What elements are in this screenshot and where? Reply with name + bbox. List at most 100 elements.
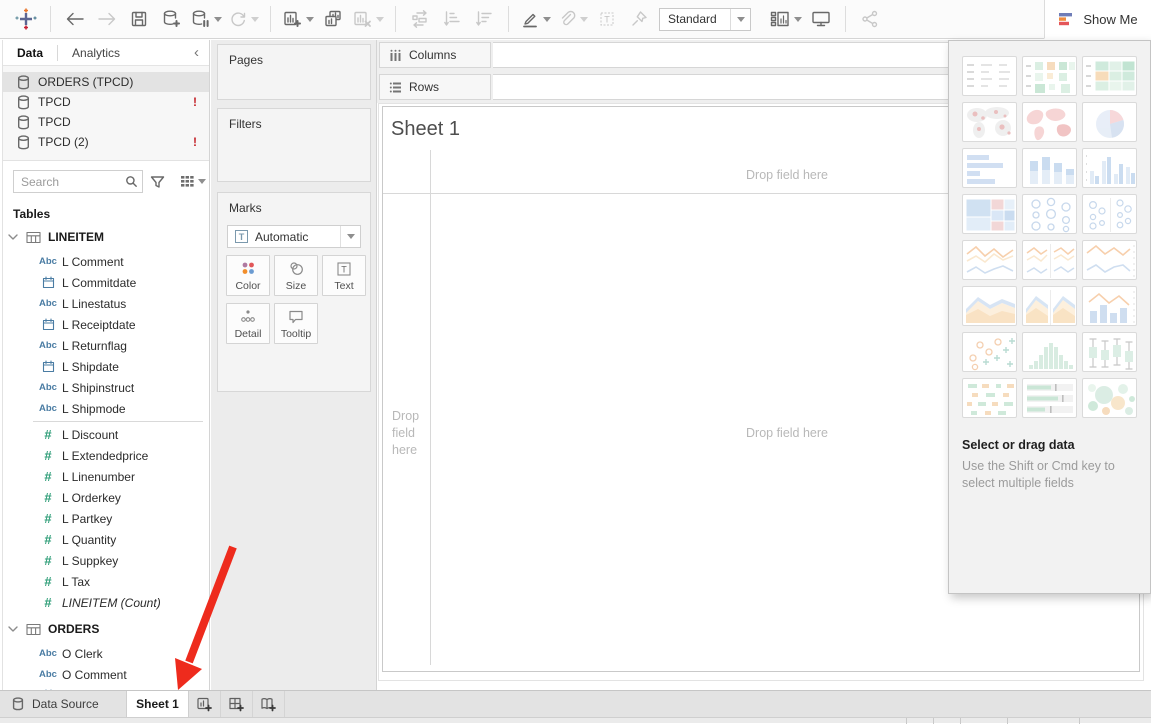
new-data-source-button[interactable]	[158, 5, 184, 33]
showme-circle-views-icon[interactable]	[1022, 194, 1077, 234]
showme-filled-map-icon[interactable]	[1022, 102, 1077, 142]
field-row[interactable]: #L Discount	[3, 424, 209, 445]
filters-shelf[interactable]: Filters	[217, 108, 371, 182]
pause-auto-updates-caret-icon[interactable]	[214, 17, 222, 22]
highlight-button[interactable]	[520, 5, 551, 33]
pages-shelf[interactable]: Pages	[217, 44, 371, 100]
chevron-down-icon[interactable]	[7, 625, 19, 633]
field-row[interactable]: AbcL Shipinstruct	[3, 377, 209, 398]
showme-text-table-icon[interactable]	[962, 56, 1017, 96]
fix-axes-button[interactable]	[626, 5, 652, 33]
field-row[interactable]: AbcO Comment	[3, 664, 209, 685]
field-row[interactable]: #L Quantity	[3, 529, 209, 550]
field-row[interactable]: #LINEITEM (Count)	[3, 592, 209, 613]
showme-side-by-side-bars-icon[interactable]	[1082, 148, 1137, 188]
color-button[interactable]: Color	[226, 255, 270, 296]
showme-stacked-bars-icon[interactable]	[1022, 148, 1077, 188]
new-dashboard-tab-button[interactable]	[221, 691, 253, 717]
field-row[interactable]: #L Tax	[3, 571, 209, 592]
table-group-lineitem[interactable]: LINEITEM	[3, 227, 209, 247]
presentation-mode-button[interactable]	[808, 5, 834, 33]
datasource-item[interactable]: TPCD	[3, 112, 209, 132]
datasource-item[interactable]: TPCD !	[3, 92, 209, 112]
show-me-button[interactable]: Show Me	[1044, 0, 1151, 39]
field-row[interactable]: AbcL Shipmode	[3, 398, 209, 419]
new-worksheet-tab-button[interactable]	[189, 691, 221, 717]
showme-heat-map-icon[interactable]	[1082, 56, 1137, 96]
text-button[interactable]: T Text	[322, 255, 366, 296]
chevron-down-icon[interactable]	[7, 233, 19, 241]
mark-type-dropdown[interactable]: T Automatic	[227, 225, 361, 248]
tab-data[interactable]: Data	[3, 40, 57, 65]
pause-auto-updates-button[interactable]	[190, 5, 222, 33]
field-row[interactable]: AbcL Returnflag	[3, 335, 209, 356]
showme-bullet-graph-icon[interactable]	[1022, 378, 1077, 418]
field-row[interactable]: L Shipdate	[3, 356, 209, 377]
showme-dual-lines-icon[interactable]	[1082, 240, 1137, 280]
clear-sheet-caret-icon[interactable]	[376, 17, 384, 22]
fit-selector-caret-icon[interactable]	[730, 9, 750, 30]
datasource-item[interactable]: TPCD (2) !	[3, 132, 209, 152]
new-worksheet-button[interactable]	[282, 5, 314, 33]
showme-gantt-icon[interactable]	[962, 378, 1017, 418]
filter-fields-button[interactable]	[150, 175, 165, 189]
table-group-orders[interactable]: ORDERS	[3, 619, 209, 639]
redo-button[interactable]	[94, 5, 120, 33]
highlight-caret-icon[interactable]	[543, 17, 551, 22]
showme-treemap-icon[interactable]	[962, 194, 1017, 234]
detail-button[interactable]: Detail	[226, 303, 270, 344]
field-row[interactable]: #L Partkey	[3, 508, 209, 529]
field-row[interactable]: #L Linenumber	[3, 466, 209, 487]
tab-sheet-1[interactable]: Sheet 1	[127, 691, 189, 717]
drop-zone-rows[interactable]: Drop field here	[392, 408, 432, 459]
showme-packed-bubbles-icon[interactable]	[1082, 378, 1137, 418]
showme-dual-combination-icon[interactable]	[1082, 286, 1137, 326]
duplicate-button[interactable]	[320, 5, 346, 33]
new-story-tab-button[interactable]	[253, 691, 285, 717]
view-options-button[interactable]	[180, 175, 206, 188]
field-row[interactable]: AbcL Comment	[3, 251, 209, 272]
field-row[interactable]: L Receiptdate	[3, 314, 209, 335]
mark-type-caret-icon[interactable]	[340, 226, 360, 247]
showme-lines-continuous-icon[interactable]	[962, 240, 1017, 280]
showme-pie-chart-icon[interactable]	[1082, 102, 1137, 142]
show-mark-labels-button[interactable]: T	[594, 5, 620, 33]
field-row[interactable]: #L Extendedprice	[3, 445, 209, 466]
clear-sheet-button[interactable]	[352, 5, 384, 33]
new-worksheet-caret-icon[interactable]	[306, 17, 314, 22]
field-row[interactable]: #L Suppkey	[3, 550, 209, 571]
sort-descending-button[interactable]	[471, 5, 497, 33]
run-update-button[interactable]	[228, 5, 259, 33]
tooltip-button[interactable]: Tooltip	[274, 303, 318, 344]
run-update-caret-icon[interactable]	[251, 17, 259, 22]
showme-box-and-whisker-icon[interactable]	[1082, 332, 1137, 372]
size-button[interactable]: Size	[274, 255, 318, 296]
sort-ascending-button[interactable]	[439, 5, 465, 33]
save-button[interactable]	[126, 5, 152, 33]
view-options-caret-icon[interactable]	[198, 179, 206, 184]
drop-zone-main[interactable]: Drop field here	[687, 426, 887, 440]
show-hide-cards-caret-icon[interactable]	[794, 17, 802, 22]
showme-symbol-map-icon[interactable]	[962, 102, 1017, 142]
showme-lines-discrete-icon[interactable]	[1022, 240, 1077, 280]
field-row[interactable]: L Commitdate	[3, 272, 209, 293]
share-button[interactable]	[857, 5, 883, 33]
show-hide-cards-button[interactable]	[769, 5, 802, 33]
collapse-pane-icon[interactable]: ‹	[194, 45, 209, 60]
tab-analytics[interactable]: Analytics	[58, 40, 134, 65]
field-row[interactable]: AbcL Linestatus	[3, 293, 209, 314]
search-input[interactable]	[13, 170, 143, 193]
field-row[interactable]: AbcO Clerk	[3, 643, 209, 664]
showme-histogram-icon[interactable]	[1022, 332, 1077, 372]
showme-horizontal-bars-icon[interactable]	[962, 148, 1017, 188]
drop-zone-columns[interactable]: Drop field here	[687, 168, 887, 182]
showme-side-by-side-circles-icon[interactable]	[1082, 194, 1137, 234]
showme-scatter-plot-icon[interactable]	[962, 332, 1017, 372]
swap-rows-columns-button[interactable]	[407, 5, 433, 33]
group-members-caret-icon[interactable]	[580, 17, 588, 22]
field-row[interactable]: #L Orderkey	[3, 487, 209, 508]
datasource-item[interactable]: ORDERS (TPCD)	[3, 72, 209, 92]
showme-area-discrete-icon[interactable]	[1022, 286, 1077, 326]
showme-area-continuous-icon[interactable]	[962, 286, 1017, 326]
undo-button[interactable]	[62, 5, 88, 33]
